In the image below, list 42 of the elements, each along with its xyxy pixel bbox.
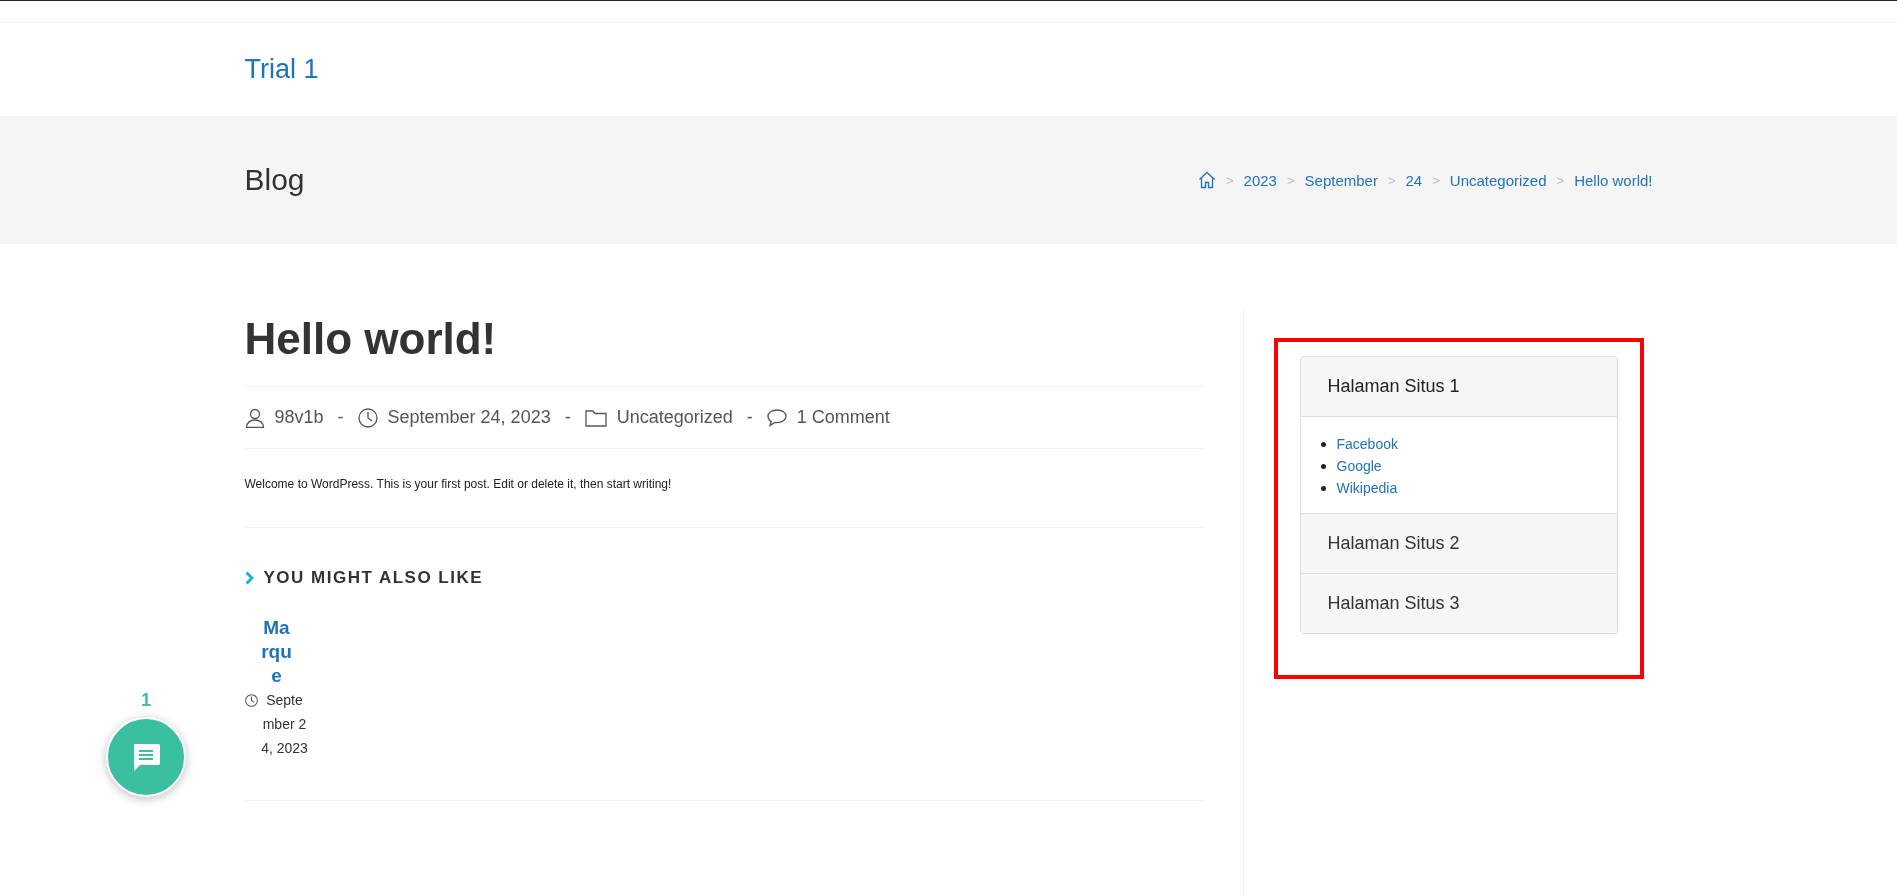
breadcrumb-separator: > xyxy=(1286,172,1295,188)
breadcrumb-link[interactable]: September xyxy=(1304,171,1378,189)
bullet-icon xyxy=(1320,463,1326,469)
meta-separator: - xyxy=(745,407,754,428)
related-post-link[interactable]: Marque xyxy=(260,616,293,688)
breadcrumb-link[interactable]: 2023 xyxy=(1243,171,1277,189)
meta-separator: - xyxy=(563,407,572,428)
site-title[interactable]: Trial 1 xyxy=(244,54,319,85)
bullet-icon xyxy=(1320,485,1326,491)
breadcrumb-link[interactable]: 24 xyxy=(1405,171,1423,189)
breadcrumb-separator: > xyxy=(1387,172,1396,188)
notification-count: 1 xyxy=(141,690,151,711)
post-title: Hello world! xyxy=(244,306,1205,387)
accordion-link[interactable]: Facebook xyxy=(1336,433,1398,455)
related-post-date: September 24, 2023 xyxy=(260,691,309,758)
category-link[interactable]: Uncategorized xyxy=(616,407,733,428)
breadcrumb-separator: > xyxy=(1226,172,1234,188)
chat-button[interactable] xyxy=(106,717,186,797)
accordion-header[interactable]: Halaman Situs 1 xyxy=(1300,357,1617,417)
folder-icon xyxy=(584,408,607,427)
breadcrumb-link[interactable]: Hello world! xyxy=(1574,171,1653,189)
section-heading: YOU MIGHT ALSO LIKE xyxy=(263,568,484,588)
home-icon[interactable] xyxy=(1198,171,1216,189)
accordion-link[interactable]: Wikipedia xyxy=(1336,477,1398,499)
page-title: Blog xyxy=(244,163,305,197)
breadcrumb-separator: > xyxy=(1556,172,1565,188)
bullet-icon xyxy=(1320,441,1326,447)
accordion-header[interactable]: Halaman Situs 3 xyxy=(1300,574,1617,633)
clock-icon xyxy=(244,694,258,707)
author-link[interactable]: 98v1b xyxy=(274,407,324,428)
comments-link[interactable]: 1 Comment xyxy=(796,407,890,428)
post-date: September 24, 2023 xyxy=(387,407,551,428)
chevron-right-icon xyxy=(244,571,254,585)
accordion-header[interactable]: Halaman Situs 2 xyxy=(1300,514,1617,573)
user-icon xyxy=(244,407,265,428)
meta-separator: - xyxy=(336,407,345,428)
speech-bubble-icon xyxy=(766,408,787,427)
accordion-link[interactable]: Google xyxy=(1336,455,1382,477)
post-content: Welcome to WordPress. This is your first post. Edit or delete it, then start writing! xyxy=(244,449,1205,528)
breadcrumb-separator: > xyxy=(1432,172,1440,188)
breadcrumb-link[interactable]: Uncategorized xyxy=(1449,171,1547,189)
clock-icon xyxy=(357,407,378,428)
